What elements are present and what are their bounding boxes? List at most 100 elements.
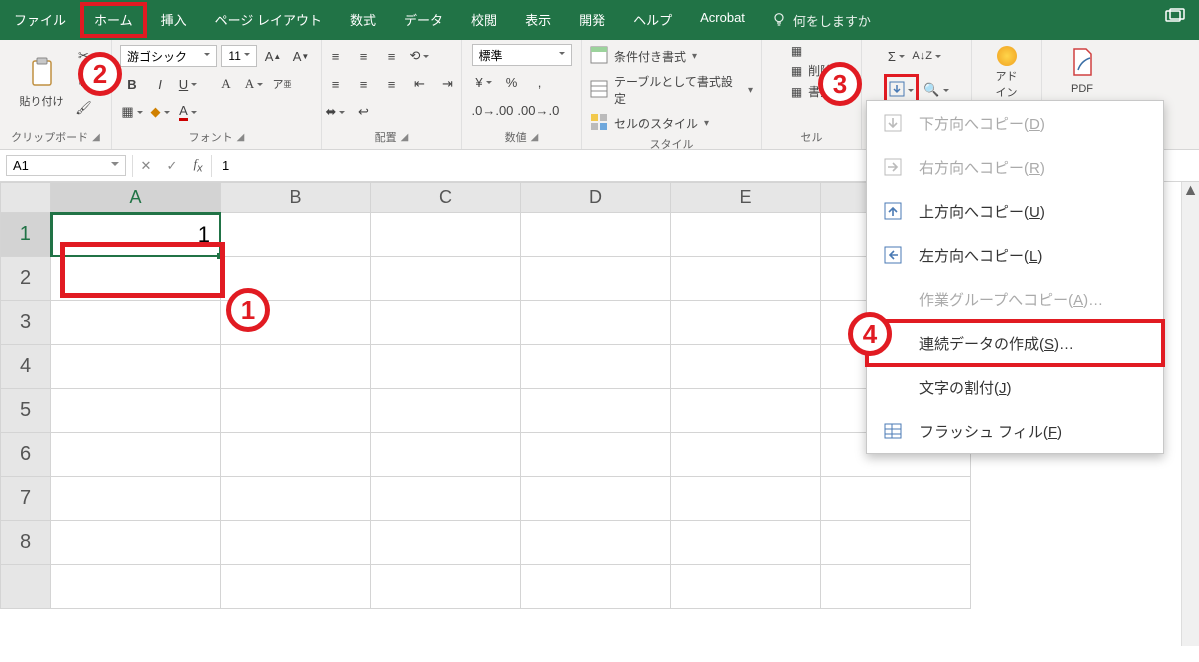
cell-d1[interactable] bbox=[521, 213, 671, 257]
enter-formula-button[interactable]: ✓ bbox=[159, 158, 185, 174]
tab-insert[interactable]: 挿入 bbox=[147, 0, 201, 40]
col-header-d[interactable]: D bbox=[521, 183, 671, 213]
insert-cells-button[interactable]: ▦ bbox=[791, 44, 832, 58]
fill-left-item[interactable]: 左方向へコピー(L) bbox=[867, 233, 1163, 277]
bold-button[interactable]: B bbox=[120, 72, 144, 96]
pdf-button[interactable]: PDF bbox=[1062, 44, 1102, 97]
share-button[interactable] bbox=[1151, 0, 1199, 40]
italic-button[interactable]: I bbox=[148, 72, 172, 96]
tab-formulas[interactable]: 数式 bbox=[336, 0, 390, 40]
row-header-9[interactable] bbox=[1, 565, 51, 609]
align-center-button[interactable]: ≡ bbox=[352, 72, 376, 96]
decrease-font-button[interactable]: A▼ bbox=[289, 44, 313, 68]
ribbon-tabs: ファイル ホーム 挿入 ページ レイアウト 数式 データ 校閲 表示 開発 ヘル… bbox=[0, 0, 1199, 40]
align-left-button[interactable]: ≡ bbox=[324, 72, 348, 96]
name-box[interactable]: A1 bbox=[6, 155, 126, 176]
tab-data[interactable]: データ bbox=[390, 0, 457, 40]
align-right-button[interactable]: ≡ bbox=[380, 72, 404, 96]
scroll-up-button[interactable]: ▲ bbox=[1182, 182, 1199, 200]
col-header-c[interactable]: C bbox=[371, 183, 521, 213]
fill-button[interactable] bbox=[889, 78, 914, 102]
format-as-table-button[interactable]: テーブルとして書式設定▾ bbox=[590, 73, 753, 107]
indent-inc-button[interactable]: ⇥ bbox=[436, 72, 460, 96]
font-name-select[interactable]: 游ゴシック bbox=[120, 45, 217, 67]
row-header-6[interactable]: 6 bbox=[1, 433, 51, 477]
fill-right-label: 右方向へコピー(R) bbox=[919, 157, 1045, 178]
alignment-dialog-launcher[interactable]: ◢ bbox=[401, 132, 409, 143]
ruby-button[interactable]: ア亜 bbox=[270, 72, 294, 96]
number-format-select[interactable]: 標準 bbox=[472, 44, 572, 66]
addins-label: アド イン bbox=[996, 68, 1018, 100]
addins-button[interactable]: アド イン bbox=[992, 44, 1022, 102]
wrap-text-button[interactable]: ↩ bbox=[352, 100, 376, 124]
align-bottom-button[interactable]: ≡ bbox=[380, 44, 404, 68]
tab-review[interactable]: 校閲 bbox=[457, 0, 511, 40]
font-color-button[interactable]: A bbox=[176, 100, 200, 124]
cell-e1[interactable] bbox=[671, 213, 821, 257]
increase-font-button[interactable]: A▲ bbox=[261, 44, 285, 68]
indent-dec-button[interactable]: ⇤ bbox=[408, 72, 432, 96]
number-dialog-launcher[interactable]: ◢ bbox=[531, 132, 539, 143]
borders-button[interactable]: ▦ bbox=[120, 100, 144, 124]
currency-button[interactable]: ¥ bbox=[472, 70, 496, 94]
name-box-value: A1 bbox=[13, 158, 29, 173]
row-header-1[interactable]: 1 bbox=[1, 213, 51, 257]
tab-acrobat[interactable]: Acrobat bbox=[686, 0, 759, 40]
cell-styles-button[interactable]: セルのスタイル▾ bbox=[590, 113, 753, 134]
cell-c1[interactable] bbox=[371, 213, 521, 257]
fill-up-item[interactable]: 上方向へコピー(U) bbox=[867, 189, 1163, 233]
tab-view[interactable]: 表示 bbox=[511, 0, 565, 40]
fill-series-item[interactable]: 連続データの作成(S)… bbox=[867, 321, 1163, 365]
row-header-4[interactable]: 4 bbox=[1, 345, 51, 389]
row-header-5[interactable]: 5 bbox=[1, 389, 51, 433]
tell-me-search[interactable]: 何をしますか bbox=[771, 0, 871, 40]
align-top-button[interactable]: ≡ bbox=[324, 44, 348, 68]
cell-a1[interactable]: 1 bbox=[51, 213, 221, 257]
align-middle-button[interactable]: ≡ bbox=[352, 44, 376, 68]
percent-button[interactable]: % bbox=[500, 70, 524, 94]
font-name-value: 游ゴシック bbox=[127, 48, 187, 65]
font-dialog-launcher[interactable]: ◢ bbox=[237, 132, 245, 143]
fill-justify-item[interactable]: 文字の割付(J) bbox=[867, 365, 1163, 409]
flash-fill-item[interactable]: フラッシュ フィル(F) bbox=[867, 409, 1163, 453]
sort-filter-button[interactable]: A↓Z bbox=[912, 44, 941, 68]
orientation-button[interactable]: ⟲ bbox=[408, 44, 432, 68]
conditional-formatting-button[interactable]: 条件付き書式▾ bbox=[590, 46, 753, 67]
cell-a2[interactable] bbox=[51, 257, 221, 301]
row-header-2[interactable]: 2 bbox=[1, 257, 51, 301]
row-header-3[interactable]: 3 bbox=[1, 301, 51, 345]
tab-file[interactable]: ファイル bbox=[0, 0, 80, 40]
fill-color-button[interactable]: ◆ bbox=[148, 100, 172, 124]
fill-right-item[interactable]: 右方向へコピー(R) bbox=[867, 145, 1163, 189]
decrease-decimal-button[interactable]: .00→.0 bbox=[517, 98, 559, 122]
tab-home[interactable]: ホーム bbox=[80, 2, 147, 38]
tab-page-layout[interactable]: ページ レイアウト bbox=[201, 0, 336, 40]
find-select-button[interactable]: 🔍 bbox=[923, 78, 948, 102]
clipboard-dialog-launcher[interactable]: ◢ bbox=[92, 132, 100, 143]
font-color-a[interactable]: A bbox=[214, 72, 238, 96]
insert-function-button[interactable]: fx bbox=[185, 156, 211, 175]
merge-button[interactable]: ⬌ bbox=[324, 100, 348, 124]
tab-developer[interactable]: 開発 bbox=[565, 0, 619, 40]
col-header-a[interactable]: A bbox=[51, 183, 221, 213]
check-icon: ✓ bbox=[167, 158, 178, 173]
font-color-a-dd[interactable]: A bbox=[242, 72, 266, 96]
cancel-formula-button[interactable]: ✕ bbox=[133, 158, 159, 174]
vertical-scrollbar[interactable]: ▲ bbox=[1181, 182, 1199, 646]
arrow-down-icon bbox=[881, 111, 905, 135]
cell-b1[interactable] bbox=[221, 213, 371, 257]
comma-button[interactable]: , bbox=[528, 70, 552, 94]
autosum-button[interactable]: Σ bbox=[884, 44, 908, 68]
paste-button[interactable]: 貼り付け bbox=[16, 54, 68, 111]
row-header-7[interactable]: 7 bbox=[1, 477, 51, 521]
format-painter-button[interactable]: 🖌 bbox=[72, 96, 96, 120]
col-header-e[interactable]: E bbox=[671, 183, 821, 213]
row-header-8[interactable]: 8 bbox=[1, 521, 51, 565]
font-size-select[interactable]: 11 bbox=[221, 45, 257, 67]
fill-down-item[interactable]: 下方向へコピー(D) bbox=[867, 101, 1163, 145]
underline-button[interactable]: U bbox=[176, 72, 200, 96]
col-header-b[interactable]: B bbox=[221, 183, 371, 213]
increase-decimal-button[interactable]: .0→.00 bbox=[472, 98, 514, 122]
select-all-corner[interactable] bbox=[1, 183, 51, 213]
tab-help[interactable]: ヘルプ bbox=[619, 0, 686, 40]
